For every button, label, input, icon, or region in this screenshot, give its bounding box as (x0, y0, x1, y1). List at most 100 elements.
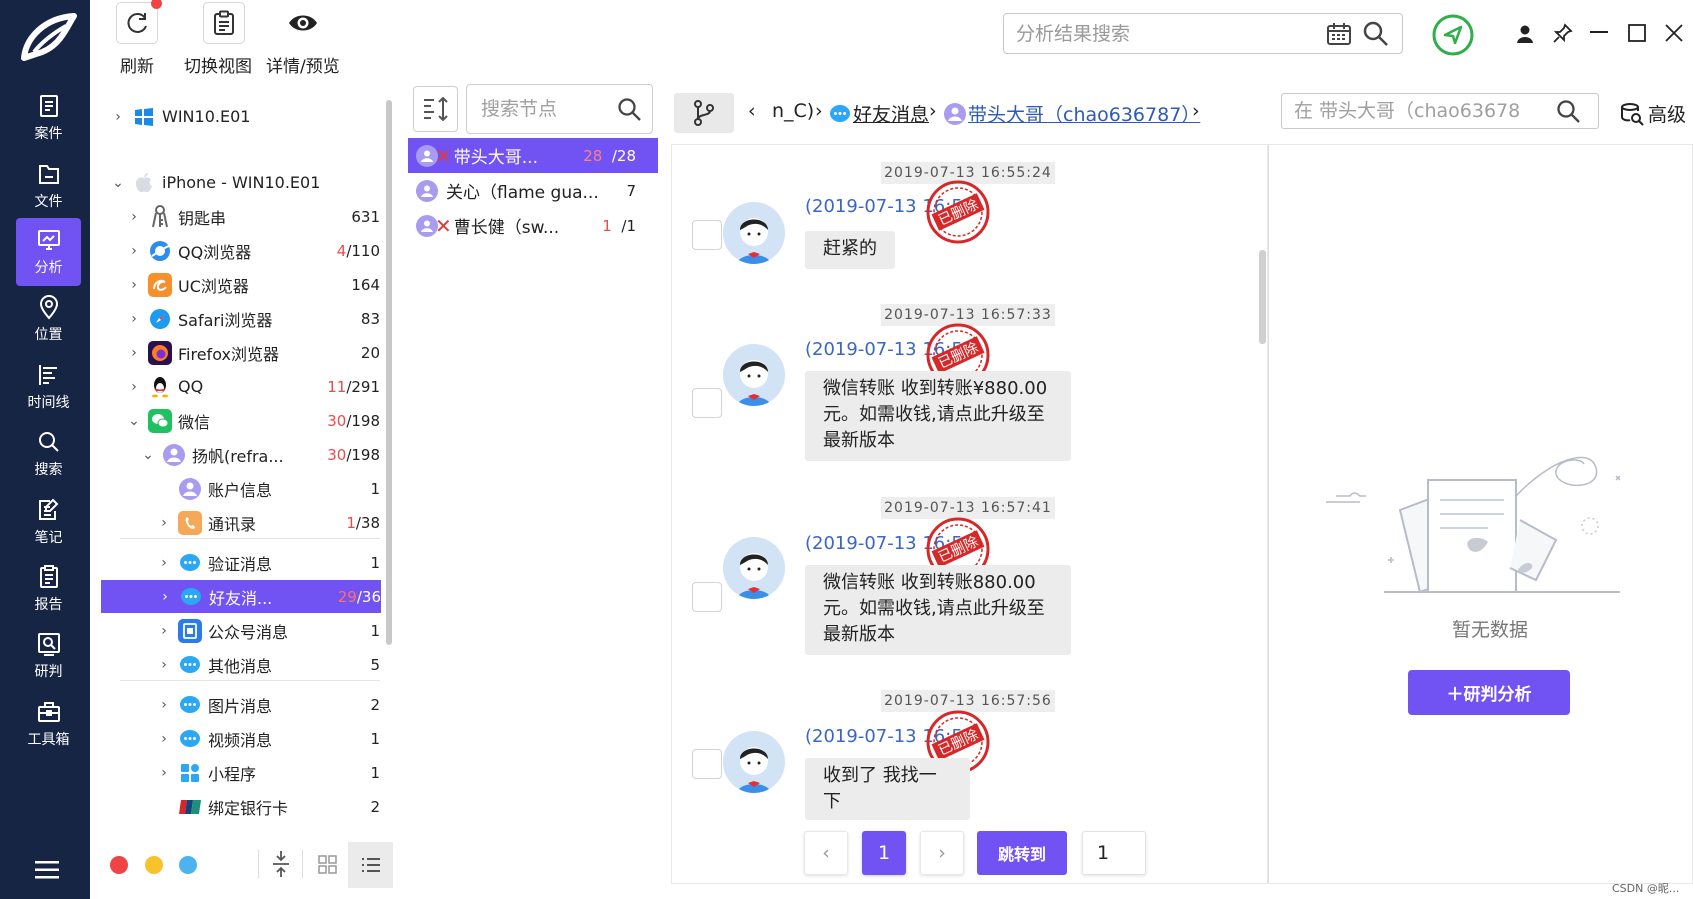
message-bubble[interactable]: 微信转账 收到转账880.00元。如需收钱,请点此升级至最新版本 (805, 565, 1071, 655)
chat-search-input[interactable] (1294, 98, 1554, 124)
minimize-icon[interactable] (1590, 31, 1608, 35)
refresh-button[interactable]: 刷新 (116, 0, 162, 77)
expand-chevron-icon[interactable]: › (126, 277, 142, 293)
tree-item[interactable]: › 视频消息 1 (100, 722, 380, 755)
expand-chevron-icon[interactable]: ⌄ (140, 447, 156, 463)
message-checkbox[interactable] (692, 388, 722, 418)
nav-analysis[interactable]: 分析 (16, 218, 81, 286)
expand-chevron-icon[interactable]: › (156, 731, 172, 747)
search-icon[interactable] (1362, 20, 1390, 48)
tree-item[interactable]: › UC浏览器 164 (100, 268, 380, 301)
tree-item[interactable]: › 小程序 1 (100, 756, 380, 789)
expand-chevron-icon[interactable]: › (156, 657, 172, 673)
next-page-button[interactable]: › (920, 831, 964, 875)
tree-item[interactable]: 绑定银行卡 2 (100, 790, 380, 823)
user-account-icon[interactable] (1516, 24, 1534, 44)
analysis-search-input[interactable] (1016, 20, 1296, 48)
prev-page-button[interactable]: ‹ (804, 831, 848, 875)
red-filter-dot[interactable] (110, 856, 128, 874)
expand-chevron-icon[interactable]: ⌄ (126, 413, 142, 429)
locate-status-icon[interactable] (1431, 13, 1475, 57)
search-icon[interactable] (617, 97, 643, 123)
nav-folder[interactable]: 文件 (16, 152, 81, 220)
breadcrumb-back[interactable]: ‹ (748, 100, 756, 122)
nav-toolbox[interactable]: 工具箱 (16, 690, 81, 758)
pin-icon[interactable] (1553, 23, 1573, 43)
node-item[interactable]: ✕ 曹长健（sw... 1 /1 (408, 208, 658, 243)
expand-chevron-icon[interactable]: › (156, 697, 172, 713)
switch-view-button[interactable]: 切换视图 (184, 2, 252, 77)
maximize-icon[interactable] (1628, 24, 1646, 42)
breadcrumb-prev[interactable]: n_C) (772, 100, 814, 122)
add-research-button[interactable]: ＋研判分析 (1408, 670, 1570, 715)
expand-chevron-icon[interactable]: › (157, 589, 173, 605)
expand-chevron-icon[interactable]: › (156, 515, 172, 531)
nav-search[interactable]: 搜索 (16, 420, 81, 488)
close-icon[interactable] (1665, 24, 1683, 42)
yellow-filter-dot[interactable] (145, 856, 163, 874)
nav-case[interactable]: 案件 (16, 84, 81, 152)
tree-item[interactable]: ⌄ iPhone - WIN10.E01 (100, 166, 380, 199)
tree-item[interactable]: › 钥匙串 631 (100, 200, 380, 233)
expand-chevron-icon[interactable]: › (126, 243, 142, 259)
node-item[interactable]: ✕ 带头大哥... 28 /28 (408, 138, 658, 173)
expand-chevron-icon[interactable]: › (126, 345, 142, 361)
detail-preview-button[interactable]: 详情/预览 (266, 2, 340, 77)
nav-timeline[interactable]: 时间线 (16, 353, 81, 421)
message-bubble[interactable]: 收到了 我找一下 (805, 758, 970, 820)
breadcrumb-forward[interactable]: › (1192, 100, 1200, 122)
clipboard-icon (214, 10, 234, 35)
expand-chevron-icon[interactable]: › (126, 209, 142, 225)
grid-view-icon[interactable] (318, 855, 338, 875)
tree-item[interactable]: ⌄ 微信 30/198 (100, 404, 380, 437)
tree-item[interactable]: › WIN10.E01 (100, 100, 380, 133)
tree-item[interactable]: › 验证消息 1 (100, 546, 380, 579)
tree-item[interactable]: › 图片消息 2 (100, 688, 380, 721)
expand-chevron-icon[interactable]: › (156, 765, 172, 781)
expand-chevron-icon[interactable]: › (156, 555, 172, 571)
expand-chevron-icon[interactable]: ⌄ (110, 175, 126, 191)
tree-item[interactable]: › Firefox浏览器 20 (100, 336, 380, 369)
breadcrumb-current[interactable]: 带头大哥（chao636787） (968, 100, 1200, 127)
tree-item[interactable]: › 其他消息 5 (100, 648, 380, 681)
jump-page-input[interactable]: 1 (1082, 831, 1146, 875)
expand-chevron-icon[interactable]: › (126, 311, 142, 327)
message-bubble[interactable]: 赶紧的 (805, 231, 895, 269)
tree-item[interactable]: › Safari浏览器 83 (100, 302, 380, 335)
tree-item[interactable]: 账户信息 1 (100, 472, 380, 505)
tree-item[interactable]: › QQ浏览器 4/110 (100, 234, 380, 267)
tree-item[interactable]: ⌄ 扬帆(refra... 30/198 (100, 438, 380, 471)
nav-note[interactable]: 笔记 (16, 488, 81, 556)
node-item[interactable]: 关心（flame gua... 7 (408, 173, 658, 208)
message-checkbox[interactable] (692, 749, 722, 779)
nav-location[interactable]: 位置 (16, 285, 81, 353)
message-checkbox[interactable] (692, 582, 722, 612)
list-view-button[interactable] (348, 842, 393, 888)
search-icon[interactable] (1556, 99, 1582, 125)
tree-scrollbar[interactable] (386, 100, 392, 645)
expand-chevron-icon[interactable]: › (126, 379, 142, 395)
tree-item[interactable]: › 通讯录 1/38 (100, 506, 380, 539)
message-checkbox[interactable] (692, 220, 722, 250)
node-count: 7 (626, 181, 636, 200)
hamburger-menu-icon[interactable] (34, 860, 60, 880)
blue-filter-dot[interactable] (179, 856, 197, 874)
tree-item[interactable]: › 好友消... 29/36 (101, 580, 381, 613)
chat-scrollbar[interactable] (1259, 250, 1266, 344)
collapse-icon[interactable] (272, 850, 290, 878)
jump-to-button[interactable]: 跳转到 (977, 831, 1067, 875)
nav-report[interactable]: 报告 (16, 555, 81, 623)
nav-research[interactable]: 研判 (16, 622, 81, 690)
branch-button[interactable] (674, 93, 734, 133)
tree-item[interactable]: › QQ 11/291 (100, 370, 380, 403)
calendar-icon[interactable] (1326, 22, 1352, 46)
expand-chevron-icon[interactable]: › (156, 623, 172, 639)
tree-item[interactable]: › 公众号消息 1 (100, 614, 380, 647)
sort-button[interactable] (413, 86, 458, 132)
node-search-input[interactable] (481, 96, 611, 122)
advanced-search-button[interactable]: 高级 (1620, 100, 1686, 127)
expand-chevron-icon[interactable]: › (110, 109, 126, 125)
breadcrumb-mid[interactable]: 好友消息 (853, 100, 929, 127)
message-bubble[interactable]: 微信转账 收到转账¥880.00元。如需收钱,请点此升级至最新版本 (805, 371, 1071, 461)
current-page-button[interactable]: 1 (862, 831, 906, 875)
